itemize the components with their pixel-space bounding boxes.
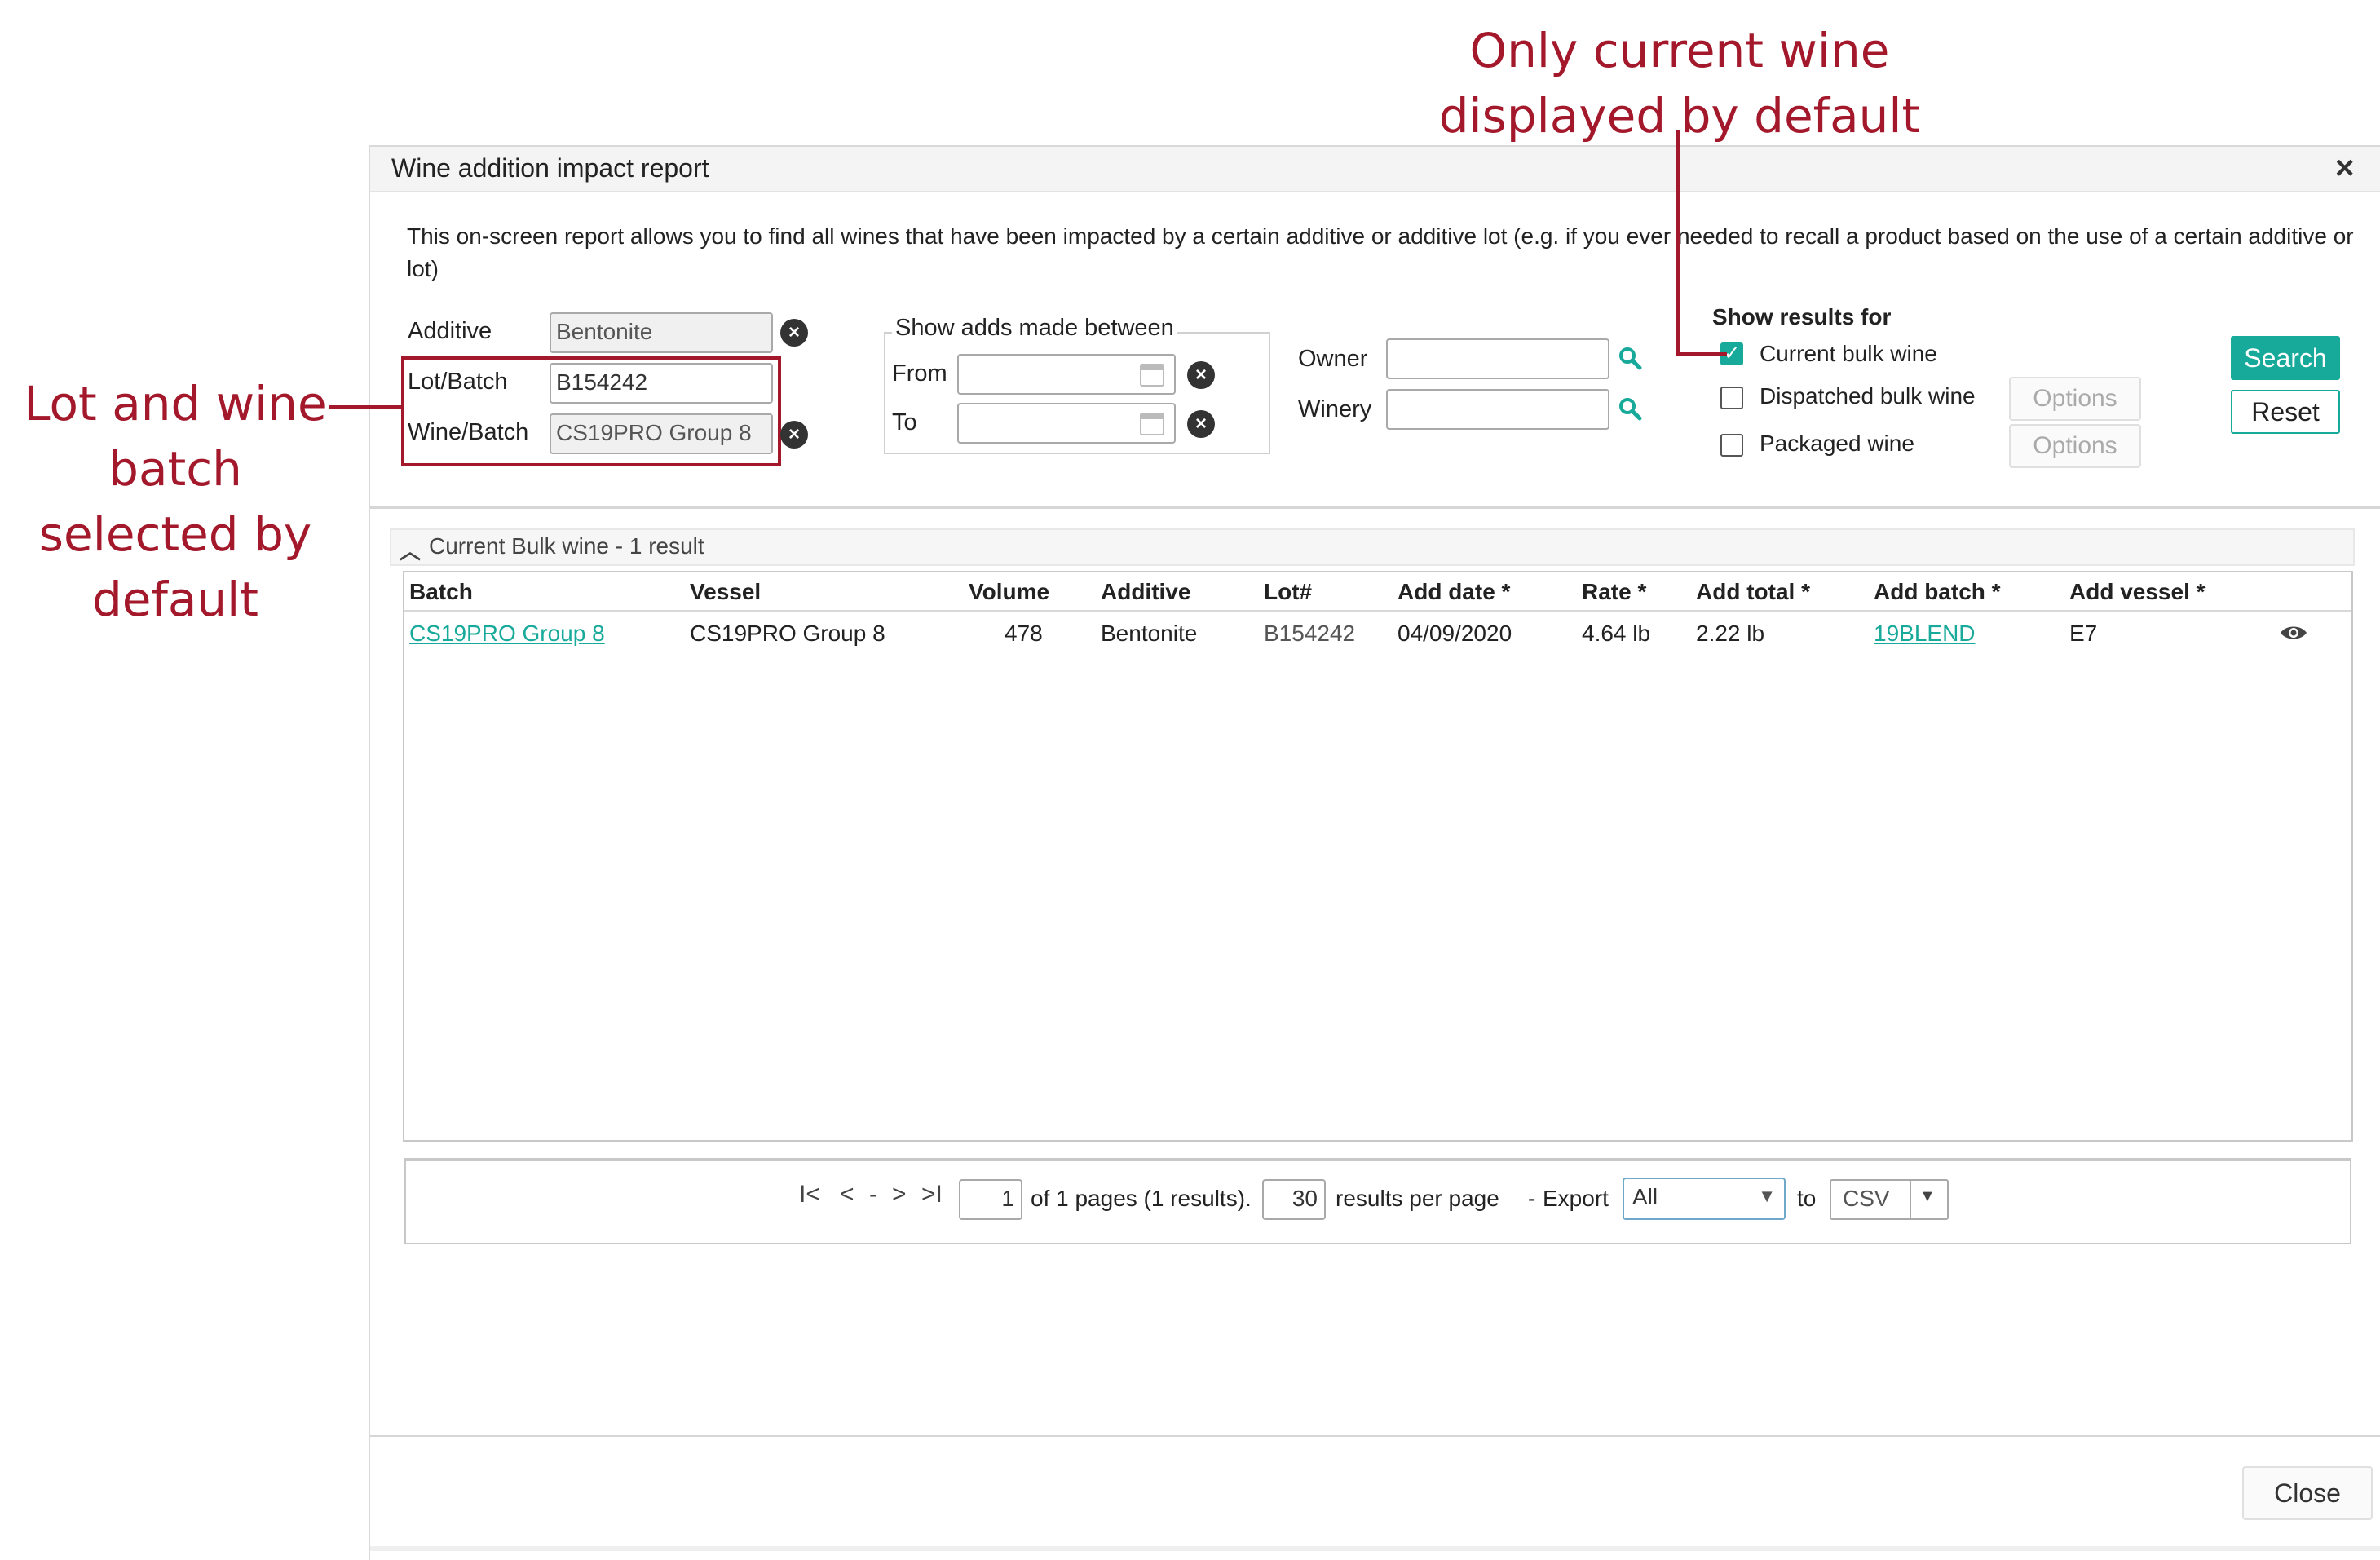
clear-from-icon[interactable]: × <box>1187 361 1215 389</box>
annotation-left-line4: default <box>91 572 259 627</box>
lot-batch-field[interactable]: B154242 <box>550 363 773 404</box>
column-header-add-batch[interactable]: Add batch * <box>1874 579 2001 605</box>
view-eye-icon[interactable] <box>2280 624 2307 642</box>
annotation-top-connector <box>1676 130 1680 356</box>
from-calendar-icon[interactable] <box>1140 364 1164 387</box>
annotation-left: Lot and wine batch selected by default <box>0 371 351 632</box>
export-scope-select[interactable]: All ▼ <box>1623 1178 1786 1220</box>
column-header-add-date[interactable]: Add date * <box>1398 579 1510 605</box>
column-header-vessel[interactable]: Vessel <box>690 579 761 605</box>
cell-vessel: CS19PRO Group 8 <box>690 621 885 646</box>
annotation-left-connector <box>329 405 404 409</box>
results-section-title: Current Bulk wine - 1 result <box>429 533 704 559</box>
column-header-additive[interactable]: Additive <box>1101 579 1190 605</box>
per-page-text: results per page <box>1336 1186 1499 1211</box>
packaged-wine-checkbox[interactable] <box>1720 434 1743 457</box>
dialog-bottom-edge <box>370 1546 2380 1551</box>
winery-search-icon[interactable] <box>1618 396 1642 421</box>
cell-volume: 478 <box>1005 621 1043 646</box>
winery-field[interactable] <box>1386 389 1609 430</box>
clear-additive-icon[interactable]: × <box>780 319 808 347</box>
annotation-top-line1: Only current wine <box>1469 23 1890 78</box>
cell-add-date: 04/09/2020 <box>1398 621 1512 646</box>
page-count-text: of 1 pages (1 results). <box>1031 1186 1252 1211</box>
search-button[interactable]: Search <box>2231 336 2340 380</box>
lot-batch-label: Lot/Batch <box>408 369 508 395</box>
export-to-label: to <box>1797 1186 1817 1211</box>
export-format-value: CSV <box>1843 1186 1890 1211</box>
annotation-left-line1: Lot and wine <box>24 376 327 431</box>
pager-dash: - <box>869 1181 877 1208</box>
annotation-top: Only current wine displayed by default <box>1386 18 1973 148</box>
cell-batch-link[interactable]: CS19PRO Group 8 <box>409 621 605 647</box>
show-results-heading: Show results for <box>1712 304 1892 329</box>
cell-additive: Bentonite <box>1101 621 1198 646</box>
column-header-add-vessel[interactable]: Add vessel * <box>2069 579 2206 605</box>
next-page-icon[interactable]: > <box>892 1181 907 1209</box>
close-icon[interactable]: × <box>2335 150 2354 187</box>
column-header-rate[interactable]: Rate * <box>1582 579 1646 605</box>
dispatched-options-button[interactable]: Options <box>2009 377 2141 421</box>
current-bulk-wine-label: Current bulk wine <box>1760 341 1937 366</box>
date-range-legend: Show adds made between <box>892 315 1177 342</box>
cell-add-vessel: E7 <box>2069 621 2098 646</box>
to-label: To <box>892 409 917 435</box>
owner-field[interactable] <box>1386 338 1609 379</box>
owner-search-icon[interactable] <box>1618 346 1642 370</box>
packaged-options-button[interactable]: Options <box>2009 424 2141 468</box>
format-dropdown-icon[interactable]: ▼ <box>1919 1187 1936 1206</box>
annotation-top-connector-horizontal <box>1676 352 1727 356</box>
column-header-volume[interactable]: Volume <box>969 579 1049 605</box>
first-page-icon[interactable]: I< <box>799 1181 820 1209</box>
packaged-wine-label: Packaged wine <box>1760 431 1914 456</box>
wine-batch-label: Wine/Batch <box>408 419 529 445</box>
dispatched-bulk-wine-label: Dispatched bulk wine <box>1760 383 1976 409</box>
export-scope-value: All <box>1632 1184 1658 1209</box>
divider <box>370 1435 2380 1437</box>
annotation-left-line3: selected by <box>38 506 312 562</box>
to-calendar-icon[interactable] <box>1140 413 1164 435</box>
cell-lot: B154242 <box>1264 621 1356 646</box>
cell-rate: 4.64 lb <box>1582 621 1651 646</box>
column-header-add-total[interactable]: Add total * <box>1696 579 1810 605</box>
chevron-down-icon: ▼ <box>1758 1186 1776 1206</box>
additive-field[interactable]: Bentonite <box>550 312 773 353</box>
cell-add-batch-link[interactable]: 19BLEND <box>1874 621 1976 647</box>
wine-batch-field[interactable]: CS19PRO Group 8 <box>550 413 773 454</box>
clear-wine-batch-icon[interactable]: × <box>780 421 808 449</box>
export-separator: - <box>1528 1186 1536 1211</box>
dispatched-bulk-wine-checkbox[interactable] <box>1720 387 1743 409</box>
per-page-input[interactable]: 30 <box>1262 1179 1326 1220</box>
last-page-icon[interactable]: >I <box>921 1181 943 1209</box>
divider <box>1910 1179 1911 1220</box>
divider <box>370 506 2380 509</box>
annotation-top-line2: displayed by default <box>1438 88 1921 144</box>
annotation-left-line2: batch <box>108 441 242 497</box>
impact-report-dialog: Wine addition impact report × This on-sc… <box>369 145 2380 1560</box>
results-grid <box>403 571 2353 1142</box>
page-number-input[interactable]: 1 <box>959 1179 1022 1220</box>
column-header-lot[interactable]: Lot# <box>1264 579 1312 605</box>
from-label: From <box>892 360 947 387</box>
prev-page-icon[interactable]: < <box>840 1181 854 1209</box>
collapse-chevron-icon[interactable]: ︿ <box>400 535 421 565</box>
close-button[interactable]: Close <box>2242 1466 2373 1520</box>
winery-label: Winery <box>1298 396 1372 422</box>
additive-label: Additive <box>408 318 492 344</box>
column-header-batch[interactable]: Batch <box>409 579 473 605</box>
report-description: This on-screen report allows you to find… <box>407 223 2354 281</box>
cell-add-total: 2.22 lb <box>1696 621 1765 646</box>
export-label: Export <box>1543 1186 1609 1211</box>
owner-label: Owner <box>1298 346 1368 372</box>
clear-to-icon[interactable]: × <box>1187 410 1215 438</box>
dialog-title: Wine addition impact report <box>391 153 709 183</box>
reset-button[interactable]: Reset <box>2231 390 2340 434</box>
